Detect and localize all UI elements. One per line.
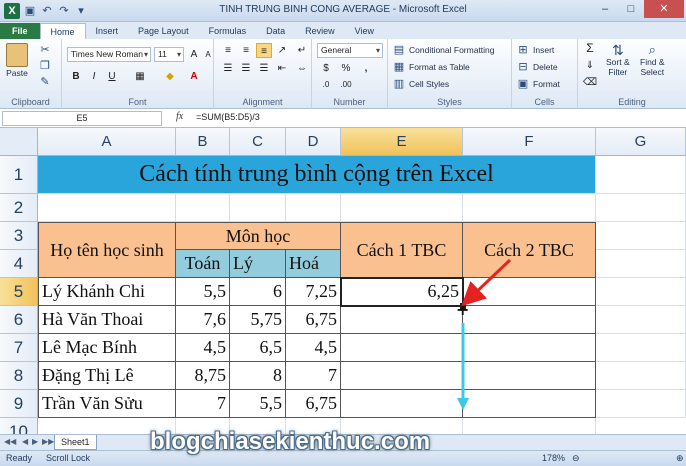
close-icon[interactable]: ✕ [644,0,684,18]
format-table-icon: ▦ [393,61,405,73]
formula-input[interactable]: =SUM(B5:D5)/3 [196,112,260,122]
underline-icon[interactable]: U [104,69,120,84]
cut-icon[interactable]: ✂ [38,43,52,57]
cell-styles-button[interactable]: ▥ Cell Styles [392,77,449,91]
zoom-level[interactable]: 178% [542,453,565,463]
copy-icon[interactable]: ❐ [38,59,52,73]
conditional-formatting-icon: ▤ [393,44,405,56]
autosum-icon[interactable]: Σ [582,41,598,56]
decrease-decimal-icon[interactable]: .00 [338,77,354,92]
sort-filter-button[interactable]: ⇅ Sort & Filter [606,43,630,77]
window-title: TINH TRUNG BINH CONG AVERAGE - Microsoft… [219,4,467,15]
format-as-table-button[interactable]: ▦ Format as Table [392,60,470,74]
decrease-indent-icon[interactable]: ⇤ [274,61,290,76]
tab-data[interactable]: Data [256,23,295,39]
insert-cells-icon: ⊞ [518,44,528,56]
clipboard-group: Paste ✂ ❐ ✎ Clipboard [0,39,62,109]
tab-formulas[interactable]: Formulas [199,23,257,39]
last-sheet-icon[interactable]: ▶▶ [42,437,54,446]
merge-center-icon[interactable]: ⇔ [294,61,310,76]
prev-sheet-icon[interactable]: ◀ [22,437,28,446]
align-top-icon[interactable]: ≡ [220,43,236,58]
red-pointer-arrow [461,258,512,307]
find-select-button[interactable]: ⌕ Find & Select [640,42,665,78]
zoom-in-icon[interactable]: ⊕ [676,453,684,464]
borders-icon[interactable]: ▦ [132,69,148,84]
cyan-fill-arrowhead [457,398,469,410]
font-group: Times New Roman 11 A A B I U ▦ ◆ A Font [62,39,214,109]
watermark: blogchiasekienthuc.com [150,428,431,455]
alignment-group: ≡ ≡ ≡ ↗ ↵ ☰ ☰ ☰ ⇤ ⇔ Alignment [214,39,312,109]
name-box[interactable]: E5 [2,111,162,126]
increase-decimal-icon[interactable]: .0 [318,77,334,92]
font-size-select[interactable]: 11 [154,47,184,62]
zoom-out-icon[interactable]: ⊖ [572,453,580,464]
conditional-formatting-button[interactable]: ▤ Conditional Formatting [392,43,495,57]
ribbon: Paste ✂ ❐ ✎ Clipboard Times New Roman 11… [0,39,686,109]
sheet-tab-sheet1[interactable]: Sheet1 [54,435,97,450]
align-middle-icon[interactable]: ≡ [238,43,254,58]
formula-bar: E5 fx =SUM(B5:D5)/3 [0,109,686,128]
delete-button[interactable]: ⊟ Delete [516,60,557,74]
format-button[interactable]: ▣ Format [516,77,560,91]
tab-home[interactable]: Home [39,23,86,39]
align-bottom-icon[interactable]: ≡ [256,43,272,58]
next-sheet-icon[interactable]: ▶ [32,437,38,446]
ribbon-tabs: File Home Insert Page Layout Formulas Da… [0,22,686,39]
editing-group: Σ ⇓ ⌫ ⇅ Sort & Filter ⌕ Find & Select Ed… [582,41,665,107]
format-cells-icon: ▣ [517,78,529,90]
cell-styles-icon: ▥ [393,78,405,90]
clear-icon[interactable]: ⌫ [582,75,598,90]
tab-file[interactable]: File [0,23,40,39]
bold-icon[interactable]: B [68,69,84,84]
sort-filter-icon: ⇅ [611,42,624,58]
tab-page-layout[interactable]: Page Layout [128,23,199,39]
align-left-icon[interactable]: ☰ [220,61,236,76]
styles-group: ▤ Conditional Formatting ▦ Format as Table… [388,39,512,109]
font-color-icon[interactable]: A [186,69,202,84]
align-right-icon[interactable]: ☰ [256,61,272,76]
annotation-arrows [457,258,512,410]
fill-color-icon[interactable]: ◆ [162,69,178,84]
font-name-select[interactable]: Times New Roman [67,47,151,62]
worksheet-grid[interactable]: A B C D E F G 1 2 3 4 5 6 7 8 9 10 Cách … [0,128,686,434]
title-bar: X ▣ ↶ ↷ ▾ TINH TRUNG BINH CONG AVERAGE -… [0,0,686,22]
paste-button[interactable]: Paste [6,43,28,78]
percent-icon[interactable]: % [338,61,354,76]
first-sheet-icon[interactable]: ◀◀ [4,437,16,446]
number-group: General $ % , .0 .00 Number [312,39,388,109]
format-painter-icon[interactable]: ✎ [38,75,52,89]
number-format-select[interactable]: General [317,43,383,58]
align-center-icon[interactable]: ☰ [238,61,254,76]
maximize-icon[interactable]: □ [618,0,644,18]
delete-cells-icon: ⊟ [518,61,528,73]
binoculars-icon: ⌕ [648,42,656,57]
insert-button[interactable]: ⊞ Insert [516,43,554,57]
minimize-icon[interactable]: – [592,0,618,18]
currency-icon[interactable]: $ [318,61,334,76]
tab-review[interactable]: Review [295,23,345,39]
status-scroll-lock: Scroll Lock [46,453,91,463]
status-ready: Ready [6,453,33,463]
tab-view[interactable]: View [345,23,384,39]
paste-icon [6,43,28,67]
orientation-icon[interactable]: ↗ [274,43,290,58]
insert-function-icon[interactable]: fx [176,111,183,122]
comma-style-icon[interactable]: , [358,61,374,76]
wrap-text-icon[interactable]: ↵ [294,43,310,58]
fill-icon[interactable]: ⇓ [582,58,598,73]
cells-group: ⊞ Insert ⊟ Delete ▣ Format Cells [512,39,578,109]
tab-insert[interactable]: Insert [86,23,129,39]
italic-icon[interactable]: I [86,69,102,84]
